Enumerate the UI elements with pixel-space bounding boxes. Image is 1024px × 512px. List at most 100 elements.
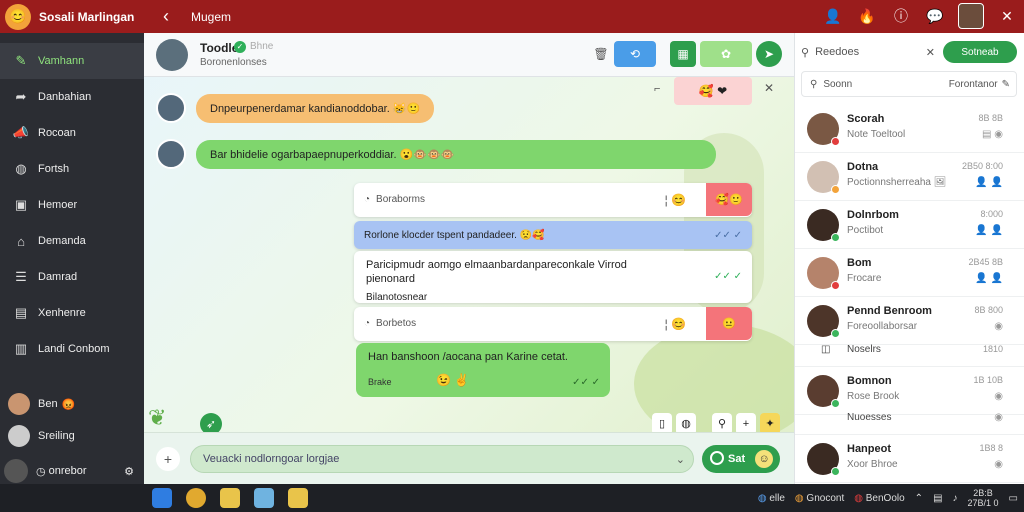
new-chat-button[interactable]: Sotneab: [943, 41, 1017, 63]
expand-icon[interactable]: ⌄: [676, 453, 685, 466]
close-icon[interactable]: ✕: [996, 5, 1018, 27]
app-icon[interactable]: [288, 488, 308, 508]
contact-item[interactable]: Bom Frocare 2B45 8B 👤 👤: [795, 249, 1024, 297]
sidebar-item-fortsh[interactable]: ◍ Fortsh: [0, 151, 144, 187]
contact-time: 8B 8B: [978, 113, 1003, 123]
info-icon[interactable]: ⓘ: [890, 5, 912, 27]
sidebar-item-hemoer[interactable]: ▣ Hemoer: [0, 187, 144, 223]
user-icon[interactable]: 👤: [822, 5, 844, 27]
contact-item[interactable]: Scorah Note Toeltool 8B 8B ▤ ◉: [795, 105, 1024, 153]
emoji-icon: ¦ 😊: [664, 316, 686, 331]
tray-item[interactable]: ◍ elle: [758, 493, 785, 504]
list-item[interactable]: Nuoesses ◉: [795, 403, 1024, 435]
contact-item[interactable]: Dotna Poctionnsherreaha 🖼 2B50 8:00 👤 👤: [795, 153, 1024, 201]
message-card[interactable]: ◔ Boraborms ¦ 😊 🥰🙂: [354, 183, 752, 217]
unread-icon: ◉: [994, 459, 1003, 470]
close-icon[interactable]: ✕: [764, 81, 774, 95]
files-icon[interactable]: [254, 488, 274, 508]
input-placeholder: Veuacki nodlorngoar lorgjae: [203, 453, 340, 465]
sidebar-contacts: Ben 😡 Sreiling: [0, 388, 144, 452]
start-icon[interactable]: [152, 488, 172, 508]
sidebar-item-label: Landi Conbom: [38, 343, 110, 355]
sidebar-item-damrad[interactable]: ☰ Damrad: [0, 259, 144, 295]
contact-time: 2B50 8:00: [961, 161, 1003, 171]
profile-avatar[interactable]: [958, 3, 984, 29]
card-text: Rorlone klocder tspent pandadeer. 😟🥰: [364, 229, 545, 241]
status-dot: [831, 466, 840, 476]
network-icon[interactable]: ▤: [933, 493, 942, 504]
message-bubble[interactable]: Han banshoon /aocana pan Karine cetat. B…: [356, 343, 610, 397]
sidebar-item-vamhann[interactable]: ✎ Vamhann: [0, 43, 144, 79]
contact-name: Scorah: [847, 113, 885, 125]
avatar[interactable]: [4, 459, 28, 483]
list-icon: ☰: [15, 269, 27, 284]
contact-item[interactable]: Dolnrbom Poctibot 8:000 👤 👤: [795, 201, 1024, 249]
sidebar-item-landi-conbom[interactable]: ▥ Landi Conbom: [0, 331, 144, 367]
trash-icon[interactable]: 🗑: [590, 41, 612, 67]
edit-icon[interactable]: ✎: [1002, 79, 1010, 90]
browser-icon[interactable]: [186, 488, 206, 508]
filter-label: Soonn: [823, 78, 853, 90]
add-icon[interactable]: +: [156, 447, 180, 471]
list-item[interactable]: ◫ Noselrs 1810: [795, 335, 1024, 367]
app-icon: ◍: [854, 492, 863, 504]
chevron-up-icon[interactable]: ⌃: [915, 493, 923, 504]
verified-icon: ✓: [234, 41, 246, 53]
chat-bubble-icon[interactable]: 💬: [924, 5, 946, 27]
message-bubble[interactable]: Bar bhidelie ogarbapaepnuperkoddiar. 😮🐵🐵…: [196, 139, 716, 169]
pin-icon[interactable]: ⌐: [654, 83, 660, 95]
globe-icon: ◍: [757, 492, 767, 504]
sticker-button[interactable]: ✿: [700, 41, 752, 67]
message-card[interactable]: Rorlone klocder tspent pandadeer. 😟🥰 ✓✓ ✓: [354, 221, 752, 249]
chat-status: Boronenlonses: [200, 57, 267, 68]
contact-name: Dolnrbom: [847, 209, 899, 221]
image-icon: ▤: [14, 305, 28, 320]
avatar[interactable]: [156, 139, 186, 169]
chat-name-extra: Bhne: [250, 41, 274, 52]
sidebar-item-label: Vamhann: [38, 55, 85, 67]
clock[interactable]: 2B:B 27B/1 0: [968, 488, 999, 508]
reaction-chip[interactable]: 🥰 ❤: [674, 77, 752, 105]
search-bar[interactable]: ⚲ Reedoes ✕ Sotneab: [801, 39, 1017, 65]
contact-time: 2B45 8B: [968, 257, 1003, 267]
sidebar-item-label: Xenhenre: [38, 307, 86, 319]
close-icon[interactable]: ✕: [926, 46, 935, 59]
sidebar-item-danbahian[interactable]: ➦ Danbahian: [0, 79, 144, 115]
contact-label: Ben: [38, 398, 58, 410]
unread-icon: ▤ ◉: [982, 129, 1003, 140]
message-card[interactable]: Paricipmudr aomgo elmaanbardanpareconkal…: [354, 251, 752, 303]
grid-button[interactable]: ▦: [670, 41, 696, 67]
back-arrow-icon[interactable]: ‹: [163, 6, 183, 27]
sync-button[interactable]: ⟲: [614, 41, 656, 67]
tray-item[interactable]: ◍ BenOolo: [854, 493, 904, 504]
filter-bar[interactable]: ⚲ Soonn Forontanor ✎: [801, 71, 1017, 97]
message-input[interactable]: Veuacki nodlorngoar lorgjae ⌄: [190, 445, 694, 473]
settings-icon[interactable]: ⚙: [124, 465, 134, 478]
message-card[interactable]: ◔ Borbetos ¦ 😊 😐: [354, 307, 752, 341]
sidebar-contact[interactable]: Sreiling: [0, 420, 144, 452]
notification-icon[interactable]: ▭: [1009, 493, 1018, 504]
sidebar-item-rocoan[interactable]: 📣 Rocoan: [0, 115, 144, 151]
tray-label: elle: [769, 492, 785, 504]
chat-avatar[interactable]: [156, 39, 188, 71]
composer: + Veuacki nodlorngoar lorgjae ⌄ Sat ☺: [144, 432, 794, 484]
tray-item[interactable]: ◍ Gnocont: [795, 493, 844, 504]
message-text: Han banshoon /aocana pan Karine cetat.: [368, 351, 568, 363]
forward-button[interactable]: ➤: [756, 41, 782, 67]
avatar[interactable]: [156, 93, 186, 123]
contact-item[interactable]: Hanpeot Xoor Bhroe 1B8 8 ◉: [795, 435, 1024, 483]
sidebar-contact[interactable]: Ben 😡: [0, 388, 144, 420]
emoji-icon: 😉 ✌: [436, 373, 470, 387]
folder-icon[interactable]: [220, 488, 240, 508]
participants-icon: 👤 👤: [975, 177, 1003, 188]
reaction-badge[interactable]: 😐: [706, 307, 752, 340]
emoji-icon[interactable]: ☺: [755, 450, 774, 468]
message-bubble[interactable]: Dnpeurpenerdamar kandianoddobar. 😸🙂: [196, 93, 435, 123]
sidebar-item-xenhenre[interactable]: ▤ Xenhenre: [0, 295, 144, 331]
reaction-badge[interactable]: 🥰🙂: [706, 183, 752, 216]
sidebar-item-demanda[interactable]: ⌂ Demanda: [0, 223, 144, 259]
list-item-label: Noselrs: [847, 344, 881, 355]
notification-icon[interactable]: 🔥: [856, 5, 878, 27]
volume-icon[interactable]: ♪: [953, 493, 958, 504]
contact-name: Hanpeot: [847, 443, 891, 455]
